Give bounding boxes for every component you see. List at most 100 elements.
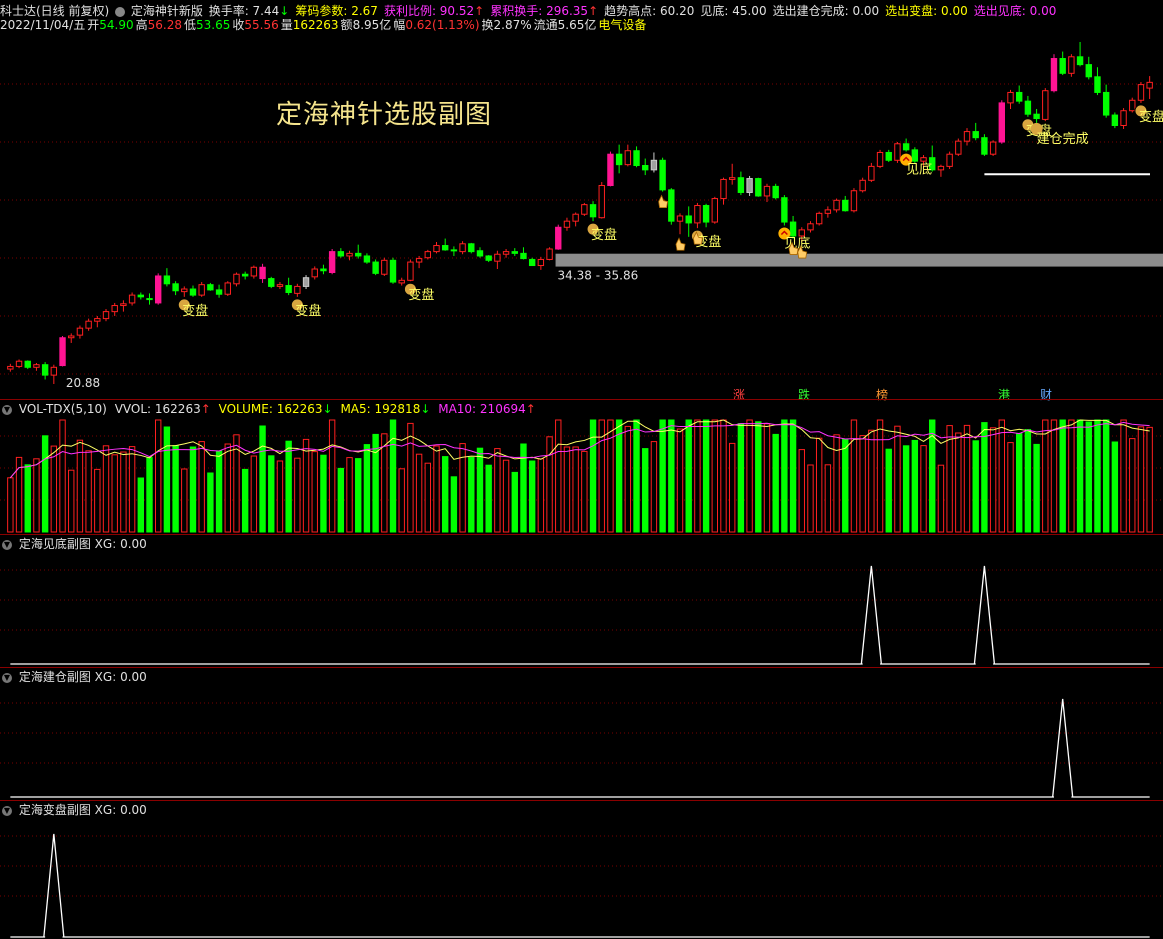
indicator-field-label: 获利比例: — [383, 4, 436, 18]
volume-bar — [346, 457, 353, 533]
stock-title[interactable]: 科士达(日线 前复权) — [0, 4, 109, 18]
volume-bar — [868, 429, 875, 533]
volume-bar — [546, 436, 553, 533]
candle-body — [937, 165, 945, 171]
sector-tag[interactable]: 电气设备 — [598, 18, 646, 32]
candle-body — [581, 204, 588, 215]
candle-body — [528, 258, 536, 267]
volume-bar — [302, 438, 310, 533]
turning-signal-chart[interactable] — [0, 818, 1163, 939]
info-tag[interactable]: 港 — [998, 386, 1010, 403]
info-tag[interactable]: 榜 — [876, 386, 888, 403]
candle-body — [798, 229, 805, 237]
candle-body — [1102, 91, 1110, 116]
candlestick-chart[interactable]: 34.38 - 35.8660.2020.88变盘变盘变盘变盘变盘变盘变盘见底见… — [0, 34, 1163, 398]
close-value: 55.56 — [244, 18, 279, 32]
candle-body — [868, 165, 875, 181]
candle-body — [572, 213, 579, 222]
panel-menu-icon[interactable]: ▼ — [2, 805, 12, 816]
volume-bar — [76, 439, 84, 533]
panel-menu-icon[interactable]: ▼ — [2, 404, 12, 415]
candle-body — [1024, 100, 1032, 115]
candle-body — [1137, 84, 1145, 101]
subchart-name[interactable]: 定海建仓副图 — [19, 670, 91, 684]
volume-bar — [642, 448, 649, 533]
candle-body — [963, 131, 971, 142]
volume-bar — [694, 419, 701, 533]
volume-bar — [433, 445, 440, 533]
candle-body — [1129, 99, 1136, 112]
indicator-field-value: 60.20 — [656, 4, 695, 18]
volume-bar — [711, 419, 718, 533]
jiancang-label: 建仓完成 — [1037, 132, 1089, 147]
candle-body — [424, 251, 431, 259]
candle-body — [946, 153, 953, 167]
subchart-xg-label: XG — [94, 670, 113, 684]
ma10-arrow: ↑ — [525, 402, 536, 416]
float-value: 5.65亿 — [557, 18, 597, 32]
candle-body — [241, 273, 249, 277]
open-value: 54.90 — [99, 18, 134, 32]
candle-body — [198, 284, 205, 296]
subchart-name[interactable]: 定海变盘副图 — [19, 803, 91, 817]
candle-body — [763, 185, 771, 197]
volume-bar — [476, 447, 484, 533]
candle-body — [146, 298, 153, 301]
indicator-field-arrow: ↑ — [588, 4, 599, 18]
volume-bar — [468, 456, 475, 533]
info-tag[interactable]: 财 — [1040, 386, 1052, 403]
volume-chart[interactable] — [0, 416, 1163, 534]
candle-body — [702, 205, 710, 223]
info-tag[interactable]: 涨 — [733, 386, 745, 403]
indicator-name[interactable]: 定海神针新版 — [131, 4, 203, 18]
ma5-label: MA5: — [340, 402, 371, 416]
volume-bar — [668, 419, 675, 533]
dropdown-circle-icon[interactable] — [115, 6, 126, 17]
volume-bar — [955, 432, 962, 533]
candle-body — [711, 198, 718, 223]
candle-body — [94, 318, 101, 322]
panel-menu-icon[interactable]: ▼ — [2, 672, 12, 683]
volume-bar — [24, 464, 31, 533]
subchart-xg-value: 0.00 — [120, 670, 147, 684]
indicator-field-arrow: ↓ — [279, 4, 290, 18]
candle-body — [607, 153, 614, 187]
candle-body — [511, 251, 518, 254]
candle-body — [337, 251, 345, 257]
candle-body — [128, 294, 136, 304]
volume-bar — [789, 419, 797, 533]
volume-bar — [68, 469, 75, 533]
bottom-signal-chart[interactable] — [0, 552, 1163, 668]
low-price-label: 20.88 — [66, 376, 100, 390]
subchart-header: ▼ 定海变盘副图 XG: 0.00 — [2, 803, 147, 817]
candle-body — [650, 159, 658, 171]
indicator-field-label: 选出变盘: — [885, 4, 938, 18]
volume-bar — [450, 476, 458, 533]
candle-body — [68, 335, 75, 339]
panel-divider — [0, 667, 1163, 668]
volume-bar — [1059, 419, 1066, 533]
high-label: 高 — [135, 18, 148, 32]
volume-bar — [381, 433, 388, 533]
candle-body — [1120, 110, 1127, 126]
volume-title[interactable]: VOL-TDX(5,10) — [19, 402, 107, 416]
volume-bar — [798, 449, 805, 533]
volume-bar — [363, 444, 371, 533]
info-tag[interactable]: 跌 — [798, 386, 810, 403]
position-signal-chart[interactable] — [0, 685, 1163, 801]
subchart-name[interactable]: 定海见底副图 — [19, 537, 91, 551]
panel-menu-icon[interactable]: ▼ — [2, 539, 12, 550]
quote-date: 2022/11/04/五 — [0, 18, 86, 32]
volume-label: VOLUME: — [218, 402, 273, 416]
candle-body — [459, 243, 466, 253]
candle-body — [433, 245, 440, 253]
volume-bar — [894, 425, 901, 533]
turnover-label: 换 — [481, 18, 494, 32]
volume-bar — [781, 419, 788, 533]
candle-body — [555, 226, 562, 250]
indicator-field-label: 见底: — [700, 4, 729, 18]
candle-body — [450, 249, 458, 252]
candle-body — [894, 143, 901, 161]
candle-body — [320, 268, 327, 272]
volume-bar — [137, 477, 144, 533]
